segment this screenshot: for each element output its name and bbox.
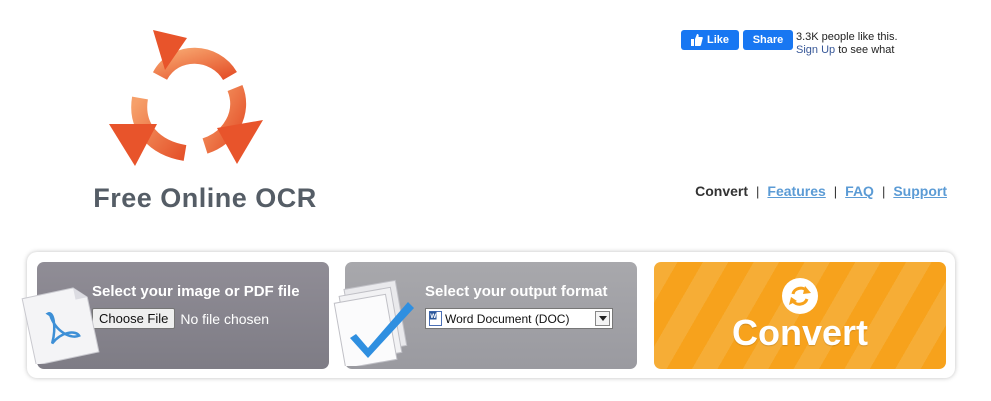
share-label: Share bbox=[752, 34, 784, 46]
word-document-icon: W bbox=[429, 311, 442, 326]
selected-format: Word Document (DOC) bbox=[445, 311, 570, 326]
chevron-down-icon[interactable] bbox=[595, 311, 610, 326]
site-title: Free Online OCR bbox=[93, 183, 317, 213]
output-format-label: Select your output format bbox=[425, 283, 608, 300]
file-status: No file chosen bbox=[180, 310, 270, 327]
nav-separator: | bbox=[833, 183, 838, 199]
signup-suffix: to see what bbox=[835, 44, 895, 56]
nav-support[interactable]: Support bbox=[893, 183, 947, 199]
convert-button[interactable]: Convert bbox=[654, 262, 946, 369]
select-file-label: Select your image or PDF file bbox=[92, 283, 300, 300]
nav-features[interactable]: Features bbox=[767, 183, 825, 199]
main-nav: Convert | Features | FAQ | Support bbox=[695, 183, 947, 199]
nav-separator: | bbox=[881, 183, 886, 199]
facebook-share-button[interactable]: Share bbox=[743, 30, 793, 50]
like-label: Like bbox=[706, 34, 729, 46]
file-input[interactable]: Choose File No file chosen bbox=[92, 308, 269, 329]
pdf-document-icon bbox=[21, 287, 100, 364]
thumbs-up-icon bbox=[690, 34, 703, 46]
documents-checkmark-icon bbox=[333, 279, 414, 366]
facebook-like-button[interactable]: Like bbox=[681, 30, 739, 50]
logo-recycle-icon bbox=[109, 30, 263, 166]
nav-faq[interactable]: FAQ bbox=[845, 183, 874, 199]
like-count-text: 3.3K people like this. bbox=[796, 31, 898, 43]
convert-arrows-icon bbox=[782, 278, 818, 314]
nav-separator: | bbox=[756, 183, 760, 199]
nav-convert[interactable]: Convert bbox=[695, 183, 748, 199]
signup-link[interactable]: Sign Up bbox=[796, 44, 835, 56]
output-format-select[interactable]: W Word Document (DOC) bbox=[425, 308, 613, 329]
like-count: 3.3K people like this. Sign Up to see wh… bbox=[796, 31, 898, 57]
svg-text:W: W bbox=[430, 313, 437, 320]
convert-label: Convert bbox=[731, 312, 869, 353]
